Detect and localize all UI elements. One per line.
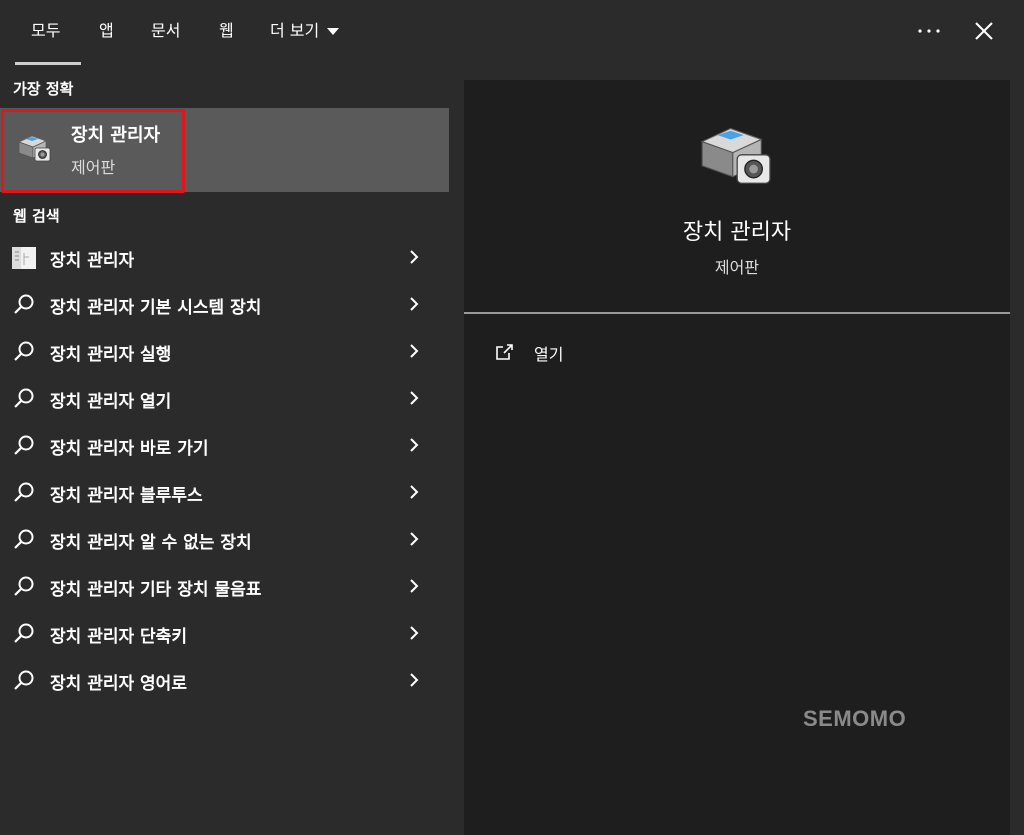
- web-search-item-label: 장치 관리자 열기: [50, 392, 172, 412]
- web-search-item-label: 장치 관리자 실행: [50, 345, 172, 365]
- device-manager-icon: [700, 127, 771, 184]
- tab-more-label: 더 보기: [270, 21, 320, 40]
- close-icon: [975, 22, 993, 40]
- web-search-list: 장치 관리자 장치 관리자 기본 시스템 장치 장치 관리자 실행 장치 관리자…: [0, 234, 449, 704]
- search-icon: [14, 529, 34, 549]
- open-label: 열기: [534, 345, 564, 364]
- web-search-item[interactable]: 장치 관리자 바로 가기: [0, 422, 449, 469]
- tab-more[interactable]: 더 보기: [270, 18, 340, 44]
- web-search-item-label: 장치 관리자 바로 가기: [50, 439, 209, 459]
- tab-all[interactable]: 모두: [31, 18, 60, 44]
- detail-panel: 장치 관리자 제어판 열기 SEMOMO: [464, 80, 1010, 835]
- open-icon: [496, 344, 513, 360]
- search-icon: [14, 435, 34, 455]
- tab-web[interactable]: 웹: [219, 18, 234, 44]
- more-options-button[interactable]: [912, 14, 946, 48]
- search-icon: [14, 670, 34, 690]
- web-search-item[interactable]: 장치 관리자 단축키: [0, 610, 449, 657]
- search-icon: [14, 623, 34, 643]
- tab-documents[interactable]: 문서: [151, 18, 180, 44]
- web-search-item-label: 장치 관리자 알 수 없는 장치: [50, 533, 252, 553]
- watermark: SEMOMO: [803, 706, 907, 731]
- chevron-right-icon: [410, 673, 419, 687]
- web-search-item-label: 장치 관리자 단축키: [50, 627, 187, 647]
- search-tabs-bar: 모두 앱 문서 웹 더 보기: [0, 0, 1024, 65]
- chevron-right-icon: [410, 579, 419, 593]
- tab-apps[interactable]: 앱: [99, 18, 114, 44]
- device-manager-icon: [18, 135, 51, 162]
- web-thumbnail-icon: [12, 247, 36, 269]
- search-icon: [14, 482, 34, 502]
- close-button[interactable]: [967, 14, 1001, 48]
- results-list: 가장 정확 장치 관리자 제어판 웹 검색 장치 관리자 장치 관리자 기본 시…: [0, 64, 449, 835]
- search-icon: [14, 576, 34, 596]
- web-search-item[interactable]: 장치 관리자 알 수 없는 장치: [0, 516, 449, 563]
- open-button[interactable]: 열기: [494, 338, 563, 368]
- web-search-item[interactable]: 장치 관리자 영어로: [0, 657, 449, 704]
- search-icon: [14, 388, 34, 408]
- web-search-item-label: 장치 관리자 블루투스: [50, 486, 203, 506]
- chevron-right-icon: [410, 250, 419, 264]
- detail-title: 장치 관리자: [682, 220, 792, 245]
- search-icon: [14, 341, 34, 361]
- web-search-item[interactable]: 장치 관리자 블루투스: [0, 469, 449, 516]
- detail-subtitle: 제어판: [714, 258, 760, 277]
- web-search-item[interactable]: 장치 관리자 열기: [0, 375, 449, 422]
- caret-down-icon: [327, 28, 340, 35]
- best-match-subtitle: 제어판: [71, 158, 116, 177]
- web-search-item[interactable]: 장치 관리자 기본 시스템 장치: [0, 281, 449, 328]
- web-search-label: 웹 검색: [13, 207, 60, 225]
- chevron-right-icon: [410, 532, 419, 546]
- web-search-item[interactable]: 장치 관리자 기타 장치 물음표: [0, 563, 449, 610]
- web-search-item-label: 장치 관리자: [50, 251, 135, 271]
- detail-divider: [464, 312, 1010, 314]
- web-search-item[interactable]: 장치 관리자 실행: [0, 328, 449, 375]
- web-search-item[interactable]: 장치 관리자: [0, 234, 449, 281]
- web-search-item-label: 장치 관리자 기타 장치 물음표: [50, 580, 262, 600]
- web-search-item-label: 장치 관리자 영어로: [50, 674, 187, 694]
- chevron-right-icon: [410, 485, 419, 499]
- best-match-title: 장치 관리자: [71, 125, 161, 146]
- chevron-right-icon: [410, 438, 419, 452]
- web-search-item-label: 장치 관리자 기본 시스템 장치: [50, 298, 262, 318]
- chevron-right-icon: [410, 297, 419, 311]
- ellipsis-icon: [918, 29, 940, 33]
- chevron-right-icon: [410, 626, 419, 640]
- chevron-right-icon: [410, 344, 419, 358]
- best-match-label: 가장 정확: [13, 80, 74, 98]
- best-match-item[interactable]: 장치 관리자 제어판: [0, 108, 449, 192]
- search-icon: [14, 294, 34, 314]
- chevron-right-icon: [410, 391, 419, 405]
